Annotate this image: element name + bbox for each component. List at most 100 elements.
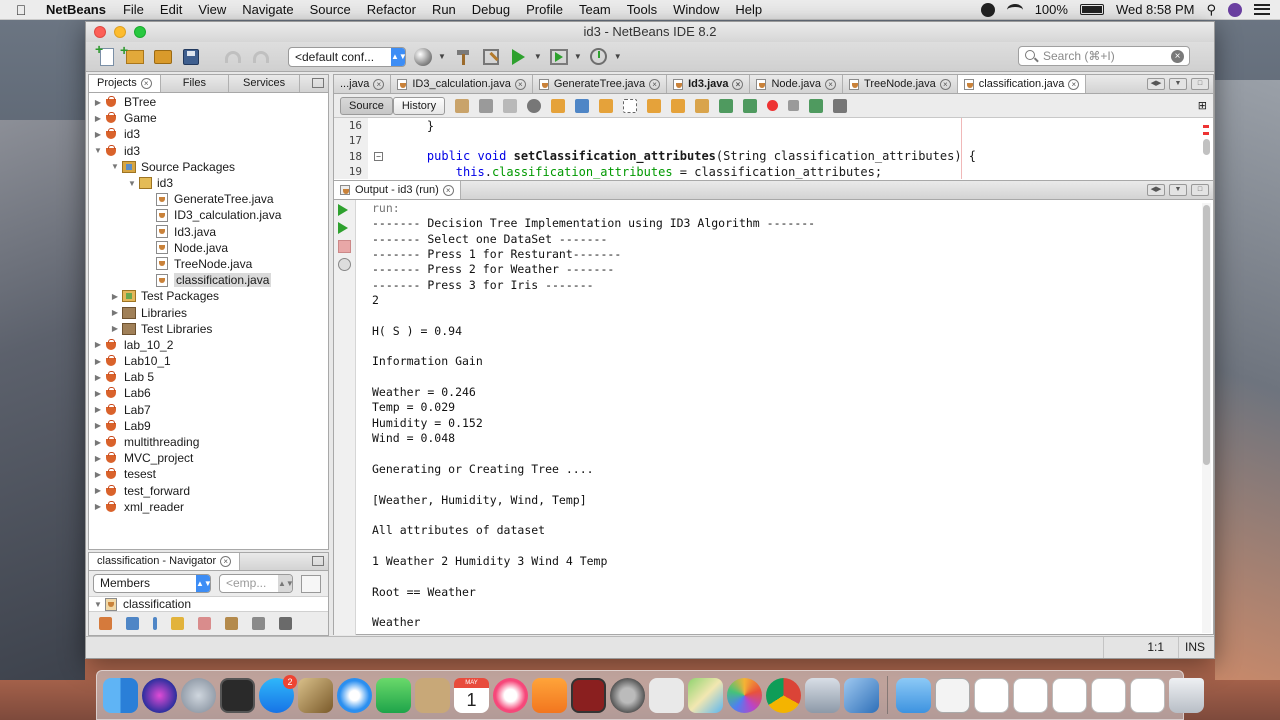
tree-item[interactable]: ID3_calculation.java <box>89 207 328 223</box>
wifi-icon[interactable] <box>1006 3 1023 16</box>
tab-scroll-left-icon[interactable]: ◀▶ <box>1147 184 1165 196</box>
photos-icon[interactable] <box>727 677 762 713</box>
ibooks-icon[interactable] <box>532 677 567 713</box>
error-stripe-marker[interactable] <box>1203 132 1209 135</box>
siri-app-icon[interactable] <box>142 677 177 713</box>
tree-item[interactable]: ▼ id3 <box>89 143 328 159</box>
next-bookmark-icon[interactable] <box>671 98 686 113</box>
close-tab-icon[interactable]: × <box>825 78 837 90</box>
clear-search-icon[interactable]: × <box>1171 50 1184 63</box>
close-tab-icon[interactable]: × <box>514 78 526 90</box>
redo-button[interactable] <box>250 46 272 68</box>
tree-item[interactable]: ▶ Lab6 <box>89 385 328 401</box>
maps-icon[interactable] <box>688 677 723 713</box>
start-macro-icon[interactable] <box>767 100 779 111</box>
window-zoom-button[interactable] <box>134 26 146 38</box>
chevron-right-icon[interactable]: ▶ <box>93 470 103 479</box>
chrome-icon[interactable] <box>766 677 801 713</box>
chevron-right-icon[interactable]: ▶ <box>93 98 103 107</box>
close-tab-icon[interactable]: × <box>442 184 454 196</box>
rerun-icon[interactable] <box>338 204 348 216</box>
menu-profile[interactable]: Profile <box>518 2 571 17</box>
last-edit-icon[interactable] <box>455 98 470 113</box>
finder-icon[interactable] <box>103 677 138 713</box>
tree-item[interactable]: ▶ test_forward <box>89 483 328 499</box>
settings-icon[interactable] <box>338 258 351 271</box>
editor-tab[interactable]: TreeNode.java × <box>843 75 958 93</box>
screenshot-stack-icon[interactable] <box>1052 677 1087 713</box>
tree-item[interactable]: ▶ Lab 5 <box>89 369 328 385</box>
tree-item[interactable]: ▶ BTree <box>89 94 328 110</box>
tree-item[interactable]: ▶ lab_10_2 <box>89 337 328 353</box>
members-select[interactable]: Members ▲▼ <box>93 574 212 593</box>
split-editor-icon[interactable]: ⊞ <box>1198 99 1207 112</box>
menu-refactor[interactable]: Refactor <box>359 2 424 17</box>
filter-inner-classes-icon[interactable] <box>198 617 211 630</box>
navigator-filter-button[interactable] <box>301 574 321 593</box>
chevron-right-icon[interactable]: ▶ <box>110 308 120 317</box>
shift-right-icon[interactable] <box>743 98 758 113</box>
previous-bookmark-icon[interactable] <box>647 98 662 113</box>
notification-center-icon[interactable] <box>1254 4 1270 15</box>
editor-tab[interactable]: GenerateTree.java × <box>533 75 668 93</box>
menu-team[interactable]: Team <box>571 2 619 17</box>
chevron-right-icon[interactable]: ▶ <box>93 486 103 495</box>
close-tab-icon[interactable]: × <box>732 78 744 90</box>
document-stack-icon[interactable] <box>935 677 970 713</box>
filter-nonpublic-icon[interactable] <box>171 617 184 630</box>
facetime-icon[interactable] <box>376 677 411 713</box>
find-previous-icon[interactable] <box>551 98 566 113</box>
battery-icon[interactable] <box>1079 4 1104 15</box>
sort-order-icon[interactable] <box>279 617 292 630</box>
tree-item[interactable]: ▼ id3 <box>89 175 328 191</box>
toggle-rect-selection-icon[interactable] <box>623 98 638 113</box>
chevron-down-icon[interactable]: ▼ <box>614 52 622 61</box>
error-stripe-marker[interactable] <box>1203 125 1209 128</box>
filter-inherited-icon[interactable] <box>99 617 112 630</box>
itunes-icon[interactable] <box>493 677 528 713</box>
window-minimize-button[interactable] <box>114 26 126 38</box>
tree-item[interactable]: ▶ Lab10_1 <box>89 353 328 369</box>
tree-item[interactable]: ▶ Lab9 <box>89 418 328 434</box>
tab-output-run[interactable]: Output - id3 (run) × <box>334 181 461 199</box>
virtualbox-icon[interactable] <box>844 677 879 713</box>
safari-icon[interactable] <box>337 677 372 713</box>
forward-icon[interactable] <box>503 98 518 113</box>
minimize-output-icon[interactable]: □ <box>1191 184 1209 196</box>
spotlight-icon[interactable]: ⚲ <box>1206 2 1216 18</box>
sort-by-name-icon[interactable] <box>252 617 265 630</box>
photo-booth-icon[interactable] <box>571 677 606 713</box>
menu-navigate[interactable]: Navigate <box>234 2 301 17</box>
profile-project-button[interactable] <box>588 46 610 68</box>
search-input[interactable]: Search (⌘+I) × <box>1018 46 1190 66</box>
menu-edit[interactable]: Edit <box>152 2 190 17</box>
chevron-right-icon[interactable]: ▶ <box>93 438 103 447</box>
toggle-bookmark-icon[interactable] <box>695 98 710 113</box>
chevron-right-icon[interactable]: ▶ <box>93 454 103 463</box>
image-capture-icon[interactable] <box>805 677 840 713</box>
tree-item[interactable]: Node.java <box>89 240 328 256</box>
preview-app-icon[interactable] <box>298 677 333 713</box>
editor-scroll-thumb[interactable] <box>1203 139 1210 155</box>
screenshot-stack-icon[interactable] <box>1130 677 1165 713</box>
chevron-right-icon[interactable]: ▶ <box>93 373 103 382</box>
system-preferences-icon[interactable] <box>610 677 645 713</box>
menu-window[interactable]: Window <box>665 2 727 17</box>
close-tab-icon[interactable]: × <box>140 78 152 89</box>
menu-view[interactable]: View <box>190 2 234 17</box>
menu-file[interactable]: File <box>115 2 152 17</box>
output-scroll-thumb[interactable] <box>1203 205 1210 465</box>
mission-control-icon[interactable] <box>220 677 255 713</box>
debug-project-button[interactable] <box>548 46 570 68</box>
run-project-button[interactable] <box>508 46 530 68</box>
editor-tab[interactable]: ...java × <box>334 75 392 93</box>
chevron-down-icon[interactable]: ▼ <box>93 600 103 609</box>
chevron-right-icon[interactable]: ▶ <box>93 130 103 139</box>
screenshot-stack-icon[interactable] <box>1013 677 1048 713</box>
menu-run[interactable]: Run <box>424 2 464 17</box>
undo-button[interactable] <box>222 46 244 68</box>
close-tab-icon[interactable]: × <box>939 78 951 90</box>
chevron-right-icon[interactable]: ▶ <box>110 324 120 333</box>
tree-item[interactable]: ▼ Source Packages <box>89 159 328 175</box>
tree-item[interactable]: ▶ Libraries <box>89 304 328 320</box>
